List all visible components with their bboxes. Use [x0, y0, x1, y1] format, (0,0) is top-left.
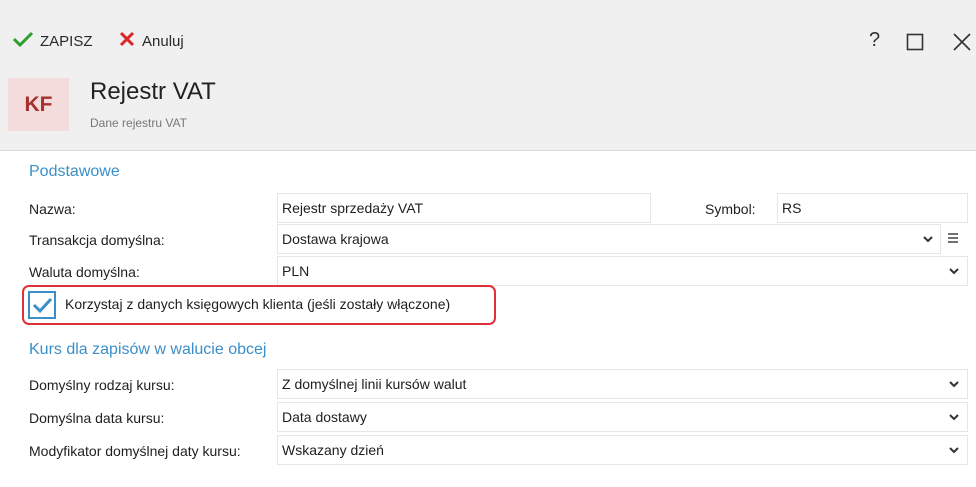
rate-modifier-label: Modyfikator domyślnej daty kursu: — [29, 443, 241, 459]
maximize-button[interactable] — [906, 31, 924, 59]
toolbar: ZAPISZ Anuluj ? — [0, 0, 976, 68]
close-icon — [118, 30, 136, 52]
checkbox-label[interactable]: Korzystaj z danych księgowych klienta (j… — [65, 296, 450, 312]
name-value: Rejestr sprzedaży VAT — [282, 200, 424, 216]
use-client-accounting-checkbox[interactable] — [28, 291, 56, 319]
maximize-icon — [906, 33, 924, 51]
close-window-icon — [953, 33, 971, 51]
chevron-down-icon — [949, 447, 959, 454]
section-title-basic: Podstawowe — [29, 163, 120, 180]
page-header: KF Rejestr VAT Dane rejestru VAT — [0, 68, 976, 151]
name-label: Nazwa: — [29, 201, 76, 217]
help-button[interactable]: ? — [869, 26, 880, 54]
checkmark-icon — [12, 30, 34, 52]
rate-modifier-value: Wskazany dzień — [282, 442, 384, 458]
rate-type-label: Domyślny rodzaj kursu: — [29, 377, 175, 393]
rate-modifier-select[interactable]: Wskazany dzień — [277, 435, 968, 465]
symbol-field[interactable]: RS — [777, 193, 968, 223]
name-field[interactable]: Rejestr sprzedaży VAT — [277, 193, 651, 223]
rate-date-select[interactable]: Data dostawy — [277, 402, 968, 432]
currency-select[interactable]: PLN — [277, 256, 968, 286]
page-subtitle: Dane rejestru VAT — [90, 116, 187, 130]
chevron-down-icon — [949, 268, 959, 275]
cancel-button[interactable]: Anuluj — [118, 30, 184, 52]
module-badge: KF — [8, 78, 69, 131]
rate-type-select[interactable]: Z domyślnej linii kursów walut — [277, 369, 968, 399]
close-window-button[interactable] — [952, 31, 972, 59]
save-button[interactable]: ZAPISZ — [12, 30, 93, 52]
symbol-value: RS — [782, 200, 802, 216]
symbol-label: Symbol: — [705, 201, 756, 217]
transaction-select[interactable]: Dostawa krajowa — [277, 224, 941, 254]
transaction-value: Dostawa krajowa — [282, 231, 389, 247]
chevron-down-icon — [949, 414, 959, 421]
rate-type-value: Z domyślnej linii kursów walut — [282, 376, 467, 392]
menu-icon — [948, 233, 958, 243]
list-menu-button[interactable] — [946, 230, 960, 249]
currency-value: PLN — [282, 263, 310, 279]
save-label: ZAPISZ — [40, 32, 93, 50]
section-title-rates: Kurs dla zapisów w walucie obcej — [29, 341, 267, 358]
help-icon: ? — [869, 29, 881, 51]
transaction-label: Transakcja domyślna: — [29, 232, 165, 248]
rate-date-value: Data dostawy — [282, 409, 367, 425]
rate-date-label: Domyślna data kursu: — [29, 410, 165, 426]
checkmark-icon — [32, 297, 53, 314]
page-title: Rejestr VAT — [90, 78, 216, 105]
cancel-label: Anuluj — [142, 32, 184, 50]
chevron-down-icon — [949, 381, 959, 388]
chevron-down-icon — [923, 236, 933, 243]
currency-label: Waluta domyślna: — [29, 264, 140, 280]
